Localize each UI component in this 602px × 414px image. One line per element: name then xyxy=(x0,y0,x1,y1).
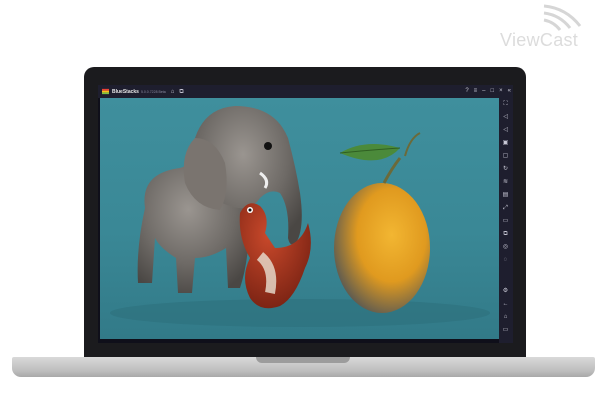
emulator-titlebar: BlueStacks 5.0.0.7228 Beta ⌂ ⧉ ? ≡ – □ ×… xyxy=(98,85,513,98)
lemon-figure xyxy=(334,132,430,313)
folder-icon[interactable]: ▭ xyxy=(502,218,509,225)
multi-instance-icon[interactable]: ⧉ xyxy=(179,89,183,95)
screenshot-icon[interactable]: ▢ xyxy=(502,153,509,160)
media-icon[interactable]: ▣ xyxy=(502,140,509,147)
help-icon[interactable]: ? xyxy=(465,88,468,95)
fullscreen-icon[interactable]: ⛶ xyxy=(502,101,509,108)
laptop-screen: BlueStacks 5.0.0.7228 Beta ⌂ ⧉ ? ≡ – □ ×… xyxy=(98,85,513,343)
laptop-notch xyxy=(256,357,350,363)
minimize-icon[interactable]: – xyxy=(482,88,485,95)
sync-icon[interactable]: ◌ xyxy=(502,257,509,264)
scale-icon[interactable]: ⤢ xyxy=(502,205,509,212)
settings-icon[interactable]: ⚙ xyxy=(502,288,509,295)
android-viewport[interactable] xyxy=(100,98,499,339)
home-icon[interactable]: ⌂ xyxy=(171,89,175,95)
restore-icon[interactable]: □ xyxy=(491,88,495,95)
window-controls: ? ≡ – □ × « xyxy=(460,88,511,95)
home-icon[interactable]: ⌂ xyxy=(502,314,509,321)
viewcast-watermark-logo: ViewCast xyxy=(500,4,596,50)
close-icon[interactable]: × xyxy=(499,88,503,95)
watermark-text: ViewCast xyxy=(500,30,579,50)
bluestacks-logo-icon xyxy=(102,88,109,95)
multi-instance-manager-icon[interactable]: ⧉ xyxy=(502,231,509,238)
emulator-sidebar: ⛶ ◁ ◁ ▣ ▢ ↻ ≋ ▤ ⤢ ▭ ⧉ ◎ ◌ ⚙ ← ⌂ ▭ xyxy=(499,98,513,343)
rotate-icon[interactable]: ↻ xyxy=(502,166,509,173)
recent-apps-icon[interactable]: ▭ xyxy=(502,327,509,334)
shake-icon[interactable]: ≋ xyxy=(502,179,509,186)
collapse-sidebar-icon[interactable]: « xyxy=(508,88,511,95)
scene-illustration xyxy=(110,106,490,327)
menu-icon[interactable]: ≡ xyxy=(474,88,478,95)
volume-up-icon[interactable]: ◁ xyxy=(502,114,509,121)
volume-down-icon[interactable]: ◁ xyxy=(502,127,509,134)
macro-icon[interactable]: ▤ xyxy=(502,192,509,199)
app-version: 5.0.0.7228 Beta xyxy=(140,89,166,94)
back-icon[interactable]: ← xyxy=(502,301,509,308)
eco-mode-icon[interactable]: ◎ xyxy=(502,244,509,251)
floor-shadow xyxy=(110,299,490,327)
app-title: BlueStacks xyxy=(112,88,139,95)
